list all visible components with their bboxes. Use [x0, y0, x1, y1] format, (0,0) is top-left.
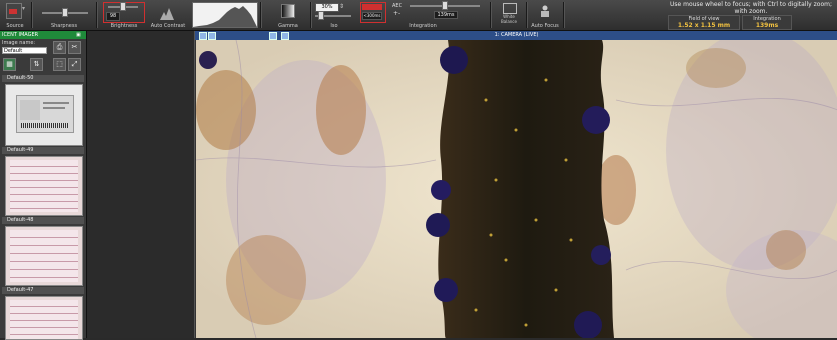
- fullscreen-icon[interactable]: ⤢: [68, 58, 81, 71]
- integration-slider-knob[interactable]: [442, 1, 448, 10]
- window-icon[interactable]: [281, 32, 289, 40]
- sidebar-menu-icon[interactable]: ▣: [76, 32, 81, 38]
- auto-contrast-group[interactable]: Auto Contrast: [150, 0, 186, 30]
- integration-max-value[interactable]: <300ms: [362, 12, 382, 20]
- toolbar-divider: [96, 2, 98, 28]
- toolbar-divider: [31, 2, 33, 28]
- histogram-curve: [193, 6, 257, 27]
- integration-group: <300ms AEC +‑ 139ms Integration: [358, 0, 488, 30]
- toolbar-divider: [563, 2, 565, 28]
- white-balance-icon: [503, 3, 517, 14]
- select-icon[interactable]: [199, 32, 207, 40]
- gamma-group[interactable]: Gamma: [270, 0, 306, 30]
- hint-text: Use mouse wheel to focus; with Ctrl to d…: [670, 1, 832, 15]
- thumbnail-label[interactable]: Default-50: [2, 75, 84, 82]
- microscope-fiber-image: [196, 40, 837, 338]
- brightness-label: Brightness: [110, 23, 138, 29]
- histogram-chart: [192, 2, 258, 28]
- scissors-icon[interactable]: ✂: [68, 41, 81, 54]
- auto-focus-label: Auto Focus: [531, 23, 559, 29]
- thumbnail-table-image: [10, 300, 78, 339]
- camera-view-title: 1: CAMERA (LIVE): [494, 32, 539, 38]
- printer-icon[interactable]: ⎙: [53, 41, 66, 54]
- iso-slider-knob[interactable]: [318, 11, 324, 20]
- sharpness-group: Sharpness: [34, 0, 94, 30]
- snapshot-icon[interactable]: [269, 32, 277, 40]
- crop-icon[interactable]: [208, 32, 216, 40]
- toolbar-divider: [260, 2, 262, 28]
- auto-focus-icon: [539, 2, 551, 17]
- sort-icon[interactable]: ⇅: [30, 58, 43, 71]
- grid-view-icon[interactable]: ▦: [3, 58, 16, 71]
- gamma-icon: [281, 4, 295, 18]
- integration-label: Integration: [409, 23, 437, 29]
- integration-indicator: [362, 4, 382, 10]
- iso-group: 30% ⇕ Iso: [312, 0, 356, 30]
- gamma-label: Gamma: [278, 23, 298, 29]
- thumbnail-card-image: [16, 95, 74, 133]
- integration-value[interactable]: 139ms: [434, 11, 458, 19]
- source-label: Source: [6, 23, 24, 29]
- brightness-value[interactable]: 98: [106, 12, 120, 21]
- white-balance-label: White Balance: [501, 14, 517, 24]
- sidebar-header: ICENT IMAGER: [0, 31, 86, 39]
- camera-source-icon: [6, 3, 22, 19]
- thumbnail-default-50[interactable]: [5, 84, 83, 146]
- thumbnail-label[interactable]: Default-48: [2, 217, 84, 224]
- workspace-background: [87, 31, 194, 338]
- toolbar-divider: [526, 2, 528, 28]
- toolbar-divider: [490, 2, 492, 28]
- camera-view-panel: 1: CAMERA (LIVE): [194, 31, 837, 338]
- sharpness-slider-knob[interactable]: [62, 8, 68, 17]
- integration-readout: Integration 139ms: [742, 15, 792, 30]
- chevron-down-icon: ▾: [22, 5, 26, 12]
- thumbnail-default-47[interactable]: [5, 296, 83, 340]
- field-of-view-readout: Field of view 1.52 x 1.15 mm: [668, 15, 740, 30]
- integration-readout-value: 139ms: [755, 22, 779, 29]
- aec-label: AEC: [392, 3, 403, 9]
- camera-view-titlebar: 1: CAMERA (LIVE): [195, 31, 837, 40]
- thumbnail-default-48[interactable]: [5, 226, 83, 286]
- auto-contrast-icon: [160, 5, 174, 20]
- source-group[interactable]: ▾ Source: [0, 0, 30, 30]
- thumbnail-table-image: [10, 160, 78, 212]
- field-of-view-value: 1.52 x 1.15 mm: [677, 22, 731, 29]
- move-icon[interactable]: ⬚: [53, 58, 66, 71]
- iso-label: Iso: [330, 23, 338, 29]
- sharpness-label: Sharpness: [50, 23, 78, 29]
- brightness-group: 98 Brightness: [100, 0, 148, 30]
- main-toolbar: ▾ Source Sharpness 98 Brightness Auto Co…: [0, 0, 837, 31]
- imager-sidebar: ICENT IMAGER ▣ Image name: Default ⎙ ✂ ▦…: [0, 31, 87, 340]
- image-name-label: Image name:: [2, 40, 36, 46]
- brightness-slider-knob[interactable]: [120, 2, 126, 11]
- aec-toggle-icon[interactable]: +‑: [393, 10, 400, 17]
- thumbnail-label[interactable]: Default-47: [2, 287, 84, 294]
- auto-focus-group[interactable]: Auto Focus: [530, 0, 560, 30]
- auto-contrast-label: Auto Contrast: [150, 23, 186, 29]
- thumbnail-label[interactable]: Default-49: [2, 147, 84, 154]
- spinner-arrows-icon[interactable]: ⇕: [339, 3, 344, 10]
- white-balance-group[interactable]: White Balance: [494, 0, 524, 30]
- live-camera-image[interactable]: [196, 40, 837, 338]
- image-name-input[interactable]: Default: [2, 47, 47, 54]
- thumbnail-table-image: [10, 230, 78, 282]
- thumbnail-default-49[interactable]: [5, 156, 83, 216]
